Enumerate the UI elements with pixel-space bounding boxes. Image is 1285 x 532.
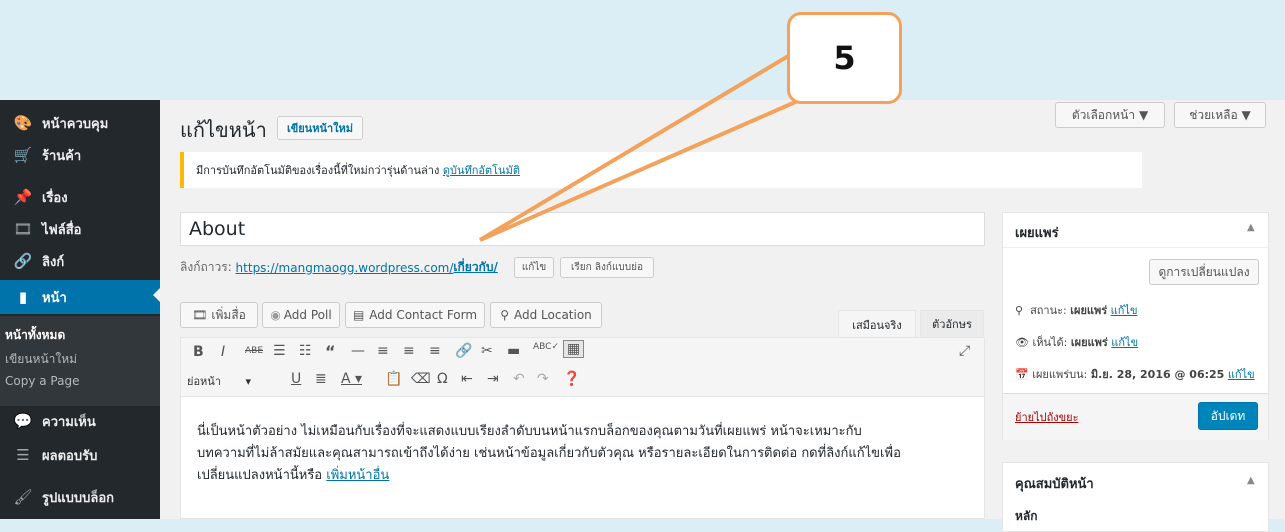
- annotation-arrow-2: [479, 98, 801, 242]
- annotation-arrows: [478, 53, 801, 242]
- annotation-callout: 5: [787, 12, 902, 104]
- annotation-arrow-1: [478, 53, 792, 242]
